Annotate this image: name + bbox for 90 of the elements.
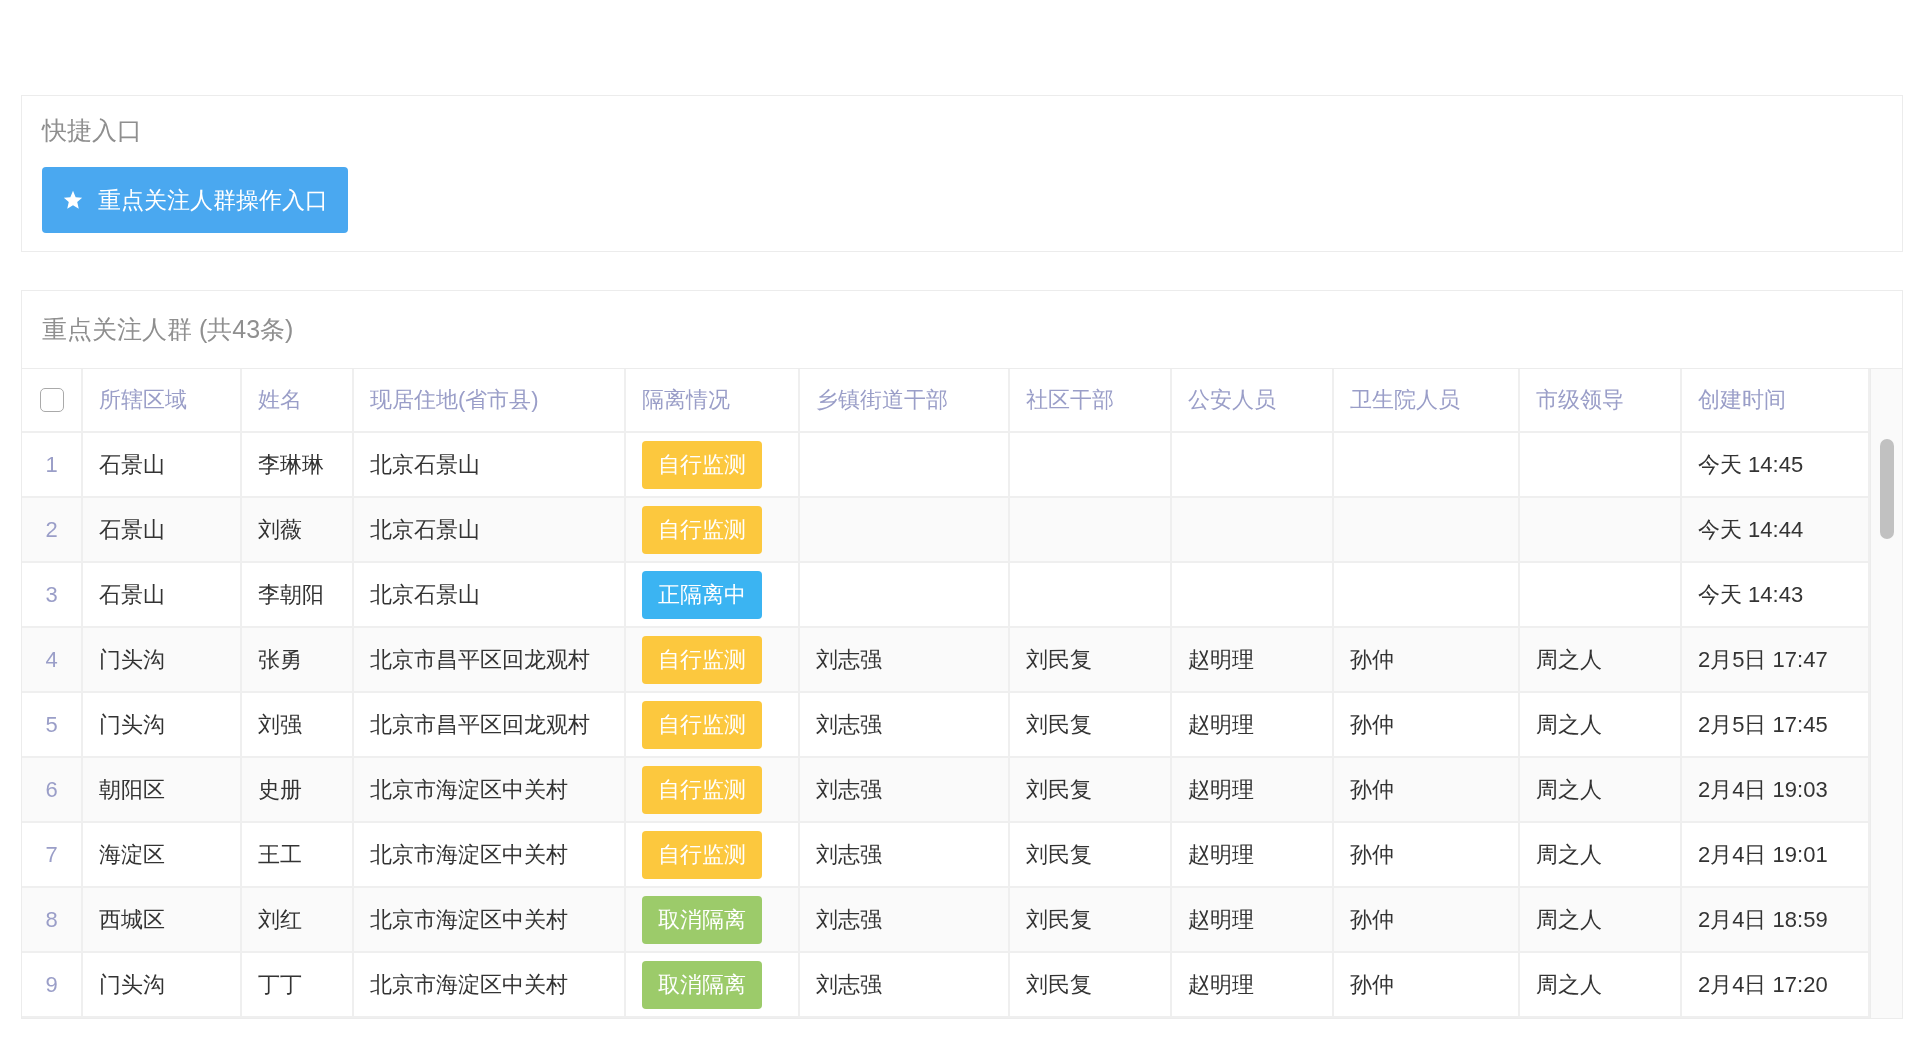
- table-cell: 刘民复: [1010, 823, 1172, 886]
- table-cell: 石景山: [83, 563, 242, 626]
- table-cell: 北京市海淀区中关村: [354, 888, 626, 951]
- select-all-checkbox[interactable]: [39, 388, 64, 412]
- table-cell: 海淀区: [83, 823, 242, 886]
- row-number: 9: [22, 953, 83, 1016]
- table-cell: 赵明理: [1172, 628, 1334, 691]
- column-header: 姓名: [242, 369, 354, 431]
- table-cell: 门头沟: [83, 953, 242, 1016]
- table-cell: 刘强: [242, 693, 354, 756]
- table-cell: 周之人: [1520, 888, 1682, 951]
- column-header: 所辖区域: [83, 369, 242, 431]
- table-cell: 周之人: [1520, 823, 1682, 886]
- column-header: 乡镇街道干部: [800, 369, 1010, 431]
- table-cell: 石景山: [83, 433, 242, 496]
- table-cell: 刘民复: [1010, 628, 1172, 691]
- table-cell: 刘志强: [800, 758, 1010, 821]
- status-tag: 自行监测: [642, 700, 762, 749]
- column-header: 现居住地(省市县): [354, 369, 626, 431]
- table-cell: 北京石景山: [354, 498, 626, 561]
- table-cell: 周之人: [1520, 758, 1682, 821]
- status-tag: 正隔离中: [642, 570, 762, 619]
- table-cell: 刘民复: [1010, 953, 1172, 1016]
- table-cell: 刘志强: [800, 693, 1010, 756]
- status-tag: 自行监测: [642, 765, 762, 814]
- table-cell: 张勇: [242, 628, 354, 691]
- table-cell: 孙仲: [1334, 953, 1520, 1016]
- row-number: 5: [22, 693, 83, 756]
- column-header: 公安人员: [1172, 369, 1334, 431]
- table-cell: 刘民复: [1010, 758, 1172, 821]
- table-cell: 门头沟: [83, 628, 242, 691]
- table-cell: 赵明理: [1172, 823, 1334, 886]
- table-cell: 刘民复: [1010, 693, 1172, 756]
- table-cell: 赵明理: [1172, 953, 1334, 1016]
- table-cell: 北京市昌平区回龙观村: [354, 628, 626, 691]
- table-cell: 北京市海淀区中关村: [354, 953, 626, 1016]
- table-cell: 孙仲: [1334, 628, 1520, 691]
- row-number: 4: [22, 628, 83, 691]
- column-header: 社区干部: [1010, 369, 1172, 431]
- table-cell: 丁丁: [242, 953, 354, 1016]
- table-cell: 北京石景山: [354, 563, 626, 626]
- table-cell: 李朝阳: [242, 563, 354, 626]
- table-cell: 刘志强: [800, 823, 1010, 886]
- table-cell: 史册: [242, 758, 354, 821]
- status-tag: 取消隔离: [642, 960, 762, 1009]
- table-cell: 李琳琳: [242, 433, 354, 496]
- status-tag: 自行监测: [642, 830, 762, 879]
- table-cell: 孙仲: [1334, 823, 1520, 886]
- table-cell: 门头沟: [83, 693, 242, 756]
- status-tag: 自行监测: [642, 505, 762, 554]
- card-title: 重点关注人群 (共43条): [22, 291, 1902, 369]
- status-tag: 自行监测: [642, 440, 762, 489]
- row-number: 8: [22, 888, 83, 951]
- row-number: 2: [22, 498, 83, 561]
- table-cell: 北京石景山: [354, 433, 626, 496]
- column-header: 卫生院人员: [1334, 369, 1520, 431]
- table-cell: 周之人: [1520, 953, 1682, 1016]
- table-cell: 赵明理: [1172, 693, 1334, 756]
- star-icon: [62, 189, 84, 211]
- row-number: 1: [22, 433, 83, 496]
- table-cell: 刘志强: [800, 888, 1010, 951]
- scrollbar-thumb[interactable]: [1879, 439, 1894, 539]
- column-header: 市级领导: [1520, 369, 1682, 431]
- table-cell: 刘志强: [800, 953, 1010, 1016]
- table-cell: 孙仲: [1334, 758, 1520, 821]
- card-title: 快捷入口: [42, 115, 143, 146]
- table-cell: 孙仲: [1334, 693, 1520, 756]
- table-cell: 北京市海淀区中关村: [354, 823, 626, 886]
- status-tag: 自行监测: [642, 635, 762, 684]
- table-cell: 刘民复: [1010, 888, 1172, 951]
- table-cell: 刘红: [242, 888, 354, 951]
- table-cell: 周之人: [1520, 628, 1682, 691]
- table-cell: 周之人: [1520, 693, 1682, 756]
- table-cell: 北京市海淀区中关村: [354, 758, 626, 821]
- table-cell: 赵明理: [1172, 758, 1334, 821]
- table-cell: 西城区: [83, 888, 242, 951]
- table-cell: 石景山: [83, 498, 242, 561]
- table-cell: 孙仲: [1334, 888, 1520, 951]
- table-cell: 刘薇: [242, 498, 354, 561]
- status-tag: 取消隔离: [642, 895, 762, 944]
- table-cell: 北京市昌平区回龙观村: [354, 693, 626, 756]
- table-cell: 王工: [242, 823, 354, 886]
- table-cell: 刘志强: [800, 628, 1010, 691]
- column-header: 隔离情况: [626, 369, 800, 431]
- focus-group-button[interactable]: 重点关注人群操作入口: [42, 167, 348, 233]
- row-number: 7: [22, 823, 83, 886]
- row-number: 6: [22, 758, 83, 821]
- table-cell: 赵明理: [1172, 888, 1334, 951]
- row-number: 3: [22, 563, 83, 626]
- table-cell: 朝阳区: [83, 758, 242, 821]
